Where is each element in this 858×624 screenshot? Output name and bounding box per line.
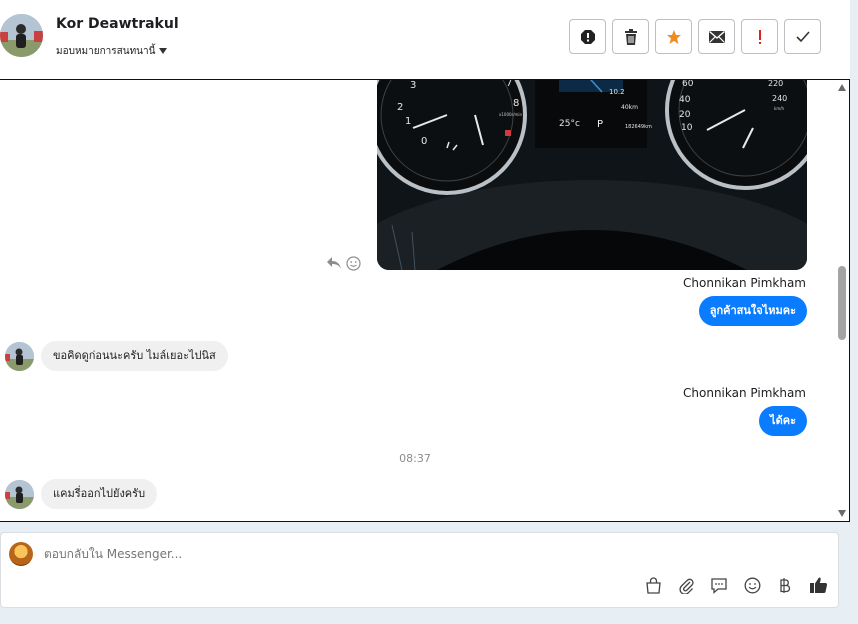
shopping-bag-icon[interactable] [643, 575, 663, 595]
thumbs-up-icon[interactable] [808, 575, 828, 595]
saved-reply-icon[interactable] [709, 575, 729, 595]
conversation-header: Kor Deawtrakul มอบหมายการสนทนานี้ [0, 0, 850, 80]
gauge-number: 3 [410, 80, 416, 91]
emoji-react-icon[interactable] [346, 256, 361, 271]
reply-input[interactable] [44, 547, 644, 561]
star-button[interactable] [655, 19, 692, 54]
incoming-message-row: แคมรี่ออกไปยังครับ [5, 479, 158, 509]
gauge-number: 60 [682, 79, 694, 89]
spam-report-icon [580, 29, 595, 44]
page-avatar [9, 542, 33, 566]
caret-down-icon [159, 48, 168, 54]
incoming-message[interactable]: ขอคิดดูก่อนนะครับ ไมล์เยอะไปนิส [41, 341, 228, 371]
gear-readout: P [597, 119, 603, 130]
odometer-readout: 182649km [625, 124, 652, 130]
exclamation-icon [758, 29, 761, 44]
gauge-number: 40 [679, 95, 691, 105]
scroll-thumb[interactable] [838, 266, 846, 340]
gauge-number: 240 [772, 94, 787, 103]
contact-avatar[interactable] [5, 341, 34, 371]
incoming-message[interactable]: แคมรี่ออกไปยังครับ [41, 479, 158, 509]
gauge-number: 0 [421, 136, 427, 147]
gauge-unit: x1000r/min [499, 112, 523, 117]
gauge-number: 10 [681, 123, 693, 133]
scroll-down-arrow[interactable] [838, 510, 846, 517]
sender-name: Chonnikan Pimkham [683, 276, 806, 290]
composer-tools [643, 575, 828, 595]
message-timestamp: 08:37 [399, 452, 431, 465]
gauge-number: 1 [405, 116, 411, 127]
report-spam-button[interactable] [569, 19, 606, 54]
temperature-readout: 25°c [559, 119, 580, 129]
contact-name[interactable]: Kor Deawtrakul [56, 16, 179, 32]
dashboard-photo-attachment[interactable]: 3 2 1 0 7 8 x1000r/min 10.2 40km 25°c P … [377, 79, 807, 270]
sender-name: Chonnikan Pimkham [683, 386, 806, 400]
trash-icon [624, 28, 637, 45]
outgoing-message[interactable]: ได้คะ [759, 406, 807, 436]
gauge-number: 2 [397, 102, 403, 113]
baht-icon[interactable] [775, 575, 795, 595]
mail-icon [708, 30, 725, 43]
delete-button[interactable] [612, 19, 649, 54]
gauge-unit: km/h [774, 106, 785, 111]
trip-readout: 10.2 [609, 88, 625, 96]
incoming-message-row: ขอคิดดูก่อนนะครับ ไมล์เยอะไปนิส [5, 341, 228, 371]
message-thread[interactable]: 3 2 1 0 7 8 x1000r/min 10.2 40km 25°c P … [0, 79, 850, 522]
assign-label: มอบหมายการสนทนานี้ [56, 46, 156, 57]
reply-icon[interactable] [326, 256, 342, 270]
gauge-number: 20 [679, 110, 691, 120]
follow-up-button[interactable] [741, 19, 778, 54]
thread-scrollbar[interactable] [835, 80, 849, 521]
contact-avatar[interactable] [5, 479, 34, 509]
assign-conversation-dropdown[interactable]: มอบหมายการสนทนานี้ [56, 44, 168, 59]
outgoing-message[interactable]: ลูกค้าสนใจไหมคะ [698, 296, 807, 326]
paperclip-icon[interactable] [676, 575, 696, 595]
contact-avatar[interactable] [0, 14, 43, 57]
star-icon [666, 29, 681, 44]
message-composer [0, 532, 839, 608]
mark-done-button[interactable] [784, 19, 821, 54]
gauge-number: 220 [768, 79, 783, 88]
emoji-icon[interactable] [742, 575, 762, 595]
conversation-actions [569, 19, 821, 54]
mark-unread-button[interactable] [698, 19, 735, 54]
range-readout: 40km [621, 104, 638, 111]
gauge-number: 8 [513, 98, 519, 109]
check-icon [795, 30, 810, 42]
scroll-up-arrow[interactable] [838, 84, 846, 91]
message-reply-tools [326, 256, 361, 271]
gauge-number: 7 [506, 79, 512, 89]
